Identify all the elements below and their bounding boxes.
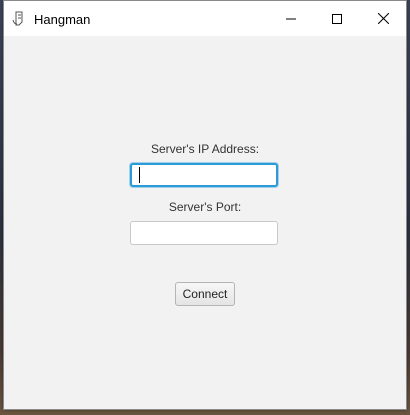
- close-icon: [377, 13, 389, 24]
- java-app-icon: [12, 11, 26, 27]
- maximize-icon: [332, 13, 342, 24]
- port-field[interactable]: [130, 221, 278, 245]
- minimize-button[interactable]: [268, 1, 314, 36]
- close-button[interactable]: [360, 1, 406, 36]
- port-label: Server's Port:: [168, 200, 242, 214]
- text-caret: [139, 167, 140, 183]
- maximize-button[interactable]: [314, 1, 360, 36]
- window-title: Hangman: [34, 12, 91, 27]
- title-bar[interactable]: Hangman: [4, 1, 406, 36]
- ip-address-field[interactable]: [130, 163, 278, 187]
- minimize-icon: [286, 14, 296, 24]
- connect-form: Server's IP Address: Server's Port: Conn…: [4, 36, 406, 409]
- ip-address-label: Server's IP Address:: [150, 142, 260, 156]
- connect-button[interactable]: Connect: [175, 282, 235, 306]
- app-window: Hangman Server's IP Address: Server's Po…: [3, 0, 407, 410]
